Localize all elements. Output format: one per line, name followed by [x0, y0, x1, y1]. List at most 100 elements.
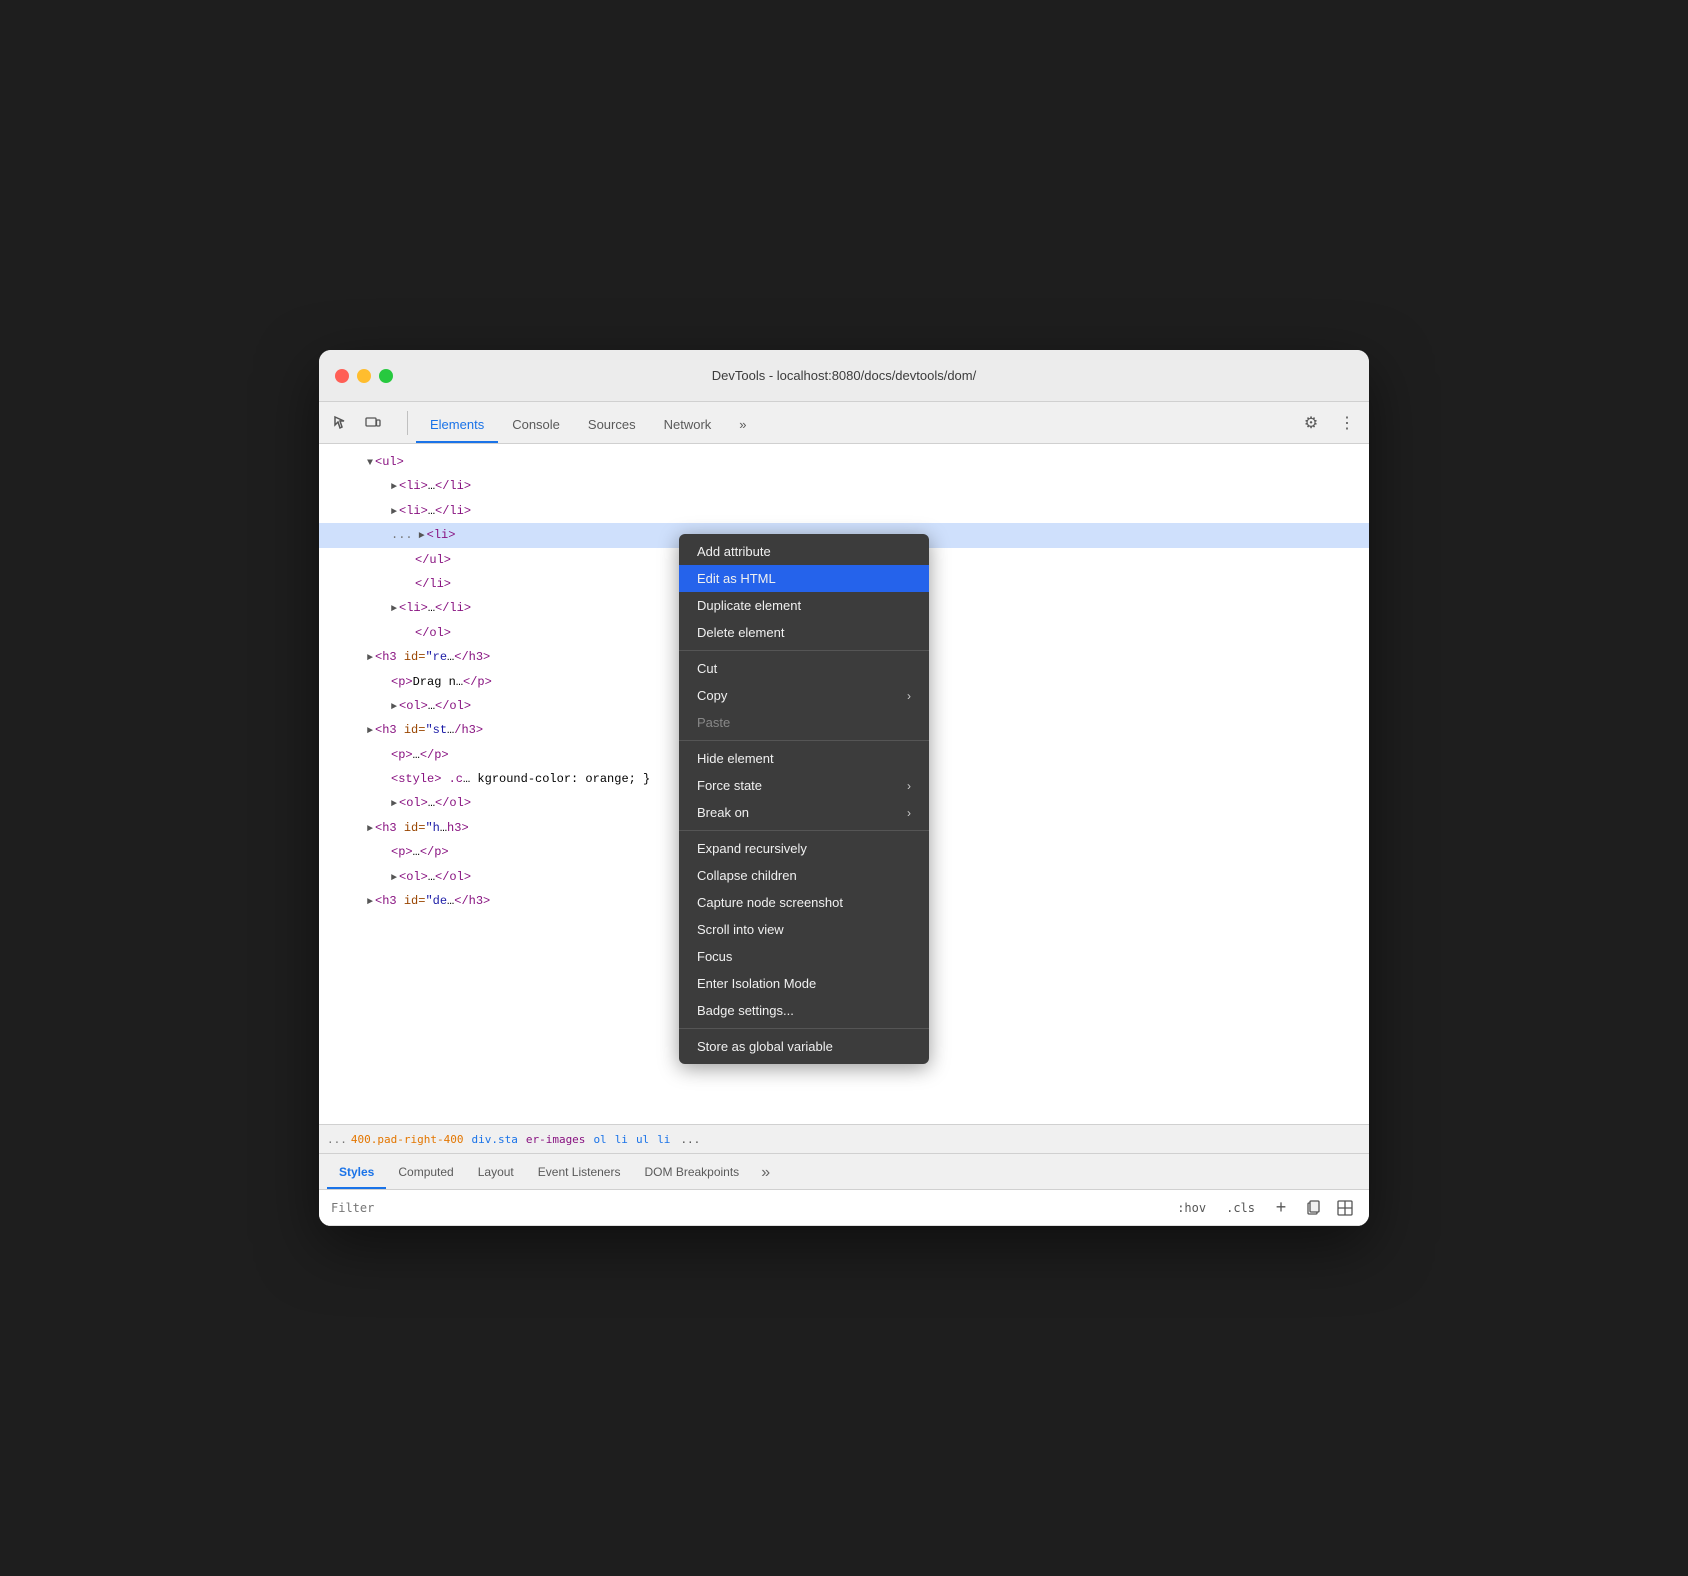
context-menu-item-capture-screenshot[interactable]: Capture node screenshot: [679, 889, 929, 916]
add-style-button[interactable]: +: [1269, 1196, 1293, 1220]
dom-line[interactable]: ►<li>…</li>: [319, 499, 1369, 523]
hov-button[interactable]: :hov: [1171, 1199, 1212, 1217]
titlebar: DevTools - localhost:8080/docs/devtools/…: [319, 350, 1369, 402]
toolbar-right: ⚙ ⋮: [1297, 409, 1361, 437]
filter-buttons: :hov .cls +: [1171, 1196, 1357, 1220]
tag-label: <h3: [375, 894, 404, 908]
attr-value: "re: [425, 650, 447, 664]
context-menu-item-cut[interactable]: Cut: [679, 655, 929, 682]
layout-view-button[interactable]: [1333, 1196, 1357, 1220]
filter-input[interactable]: [331, 1201, 1159, 1215]
panel-tabs-more[interactable]: »: [755, 1157, 776, 1189]
attr-name: id=: [404, 650, 426, 664]
menu-item-label: Break on: [697, 805, 749, 820]
close-button[interactable]: [335, 369, 349, 383]
panel-tabs-bar: Styles Computed Layout Event Listeners D…: [319, 1154, 1369, 1190]
context-menu: Add attribute Edit as HTML Duplicate ele…: [679, 534, 929, 1064]
tag-label: <p>: [391, 748, 413, 762]
context-menu-item-expand[interactable]: Expand recursively: [679, 835, 929, 862]
tag-label: <li>: [399, 479, 428, 493]
device-toggle-button[interactable]: [359, 409, 387, 437]
context-menu-item-isolation-mode[interactable]: Enter Isolation Mode: [679, 970, 929, 997]
dom-line[interactable]: ▼<ul>: [319, 450, 1369, 474]
devtools-toolbar: Elements Console Sources Network » ⚙ ⋮: [319, 402, 1369, 444]
inspect-element-button[interactable]: [327, 409, 355, 437]
ellipsis: …: [456, 675, 463, 689]
tag-label: <ol>: [399, 699, 428, 713]
settings-button[interactable]: ⚙: [1297, 409, 1325, 437]
collapse-arrow: ►: [391, 507, 397, 518]
window-title: DevTools - localhost:8080/docs/devtools/…: [712, 368, 976, 383]
context-menu-separator: [679, 740, 929, 741]
breadcrumb-item-er-images[interactable]: er-images: [526, 1133, 586, 1146]
context-menu-item-copy[interactable]: Copy ›: [679, 682, 929, 709]
context-menu-item-focus[interactable]: Focus: [679, 943, 929, 970]
context-menu-item-hide[interactable]: Hide element: [679, 745, 929, 772]
tab-dom-breakpoints[interactable]: DOM Breakpoints: [632, 1157, 751, 1189]
dom-line[interactable]: ►<li>…</li>: [319, 474, 1369, 498]
breadcrumb-item-ol[interactable]: ol: [593, 1133, 606, 1146]
context-menu-item-scroll-into-view[interactable]: Scroll into view: [679, 916, 929, 943]
tab-styles[interactable]: Styles: [327, 1157, 386, 1189]
menu-item-label: Focus: [697, 949, 732, 964]
context-menu-item-force-state[interactable]: Force state ›: [679, 772, 929, 799]
maximize-button[interactable]: [379, 369, 393, 383]
breadcrumb-item-li[interactable]: li: [615, 1133, 628, 1146]
menu-item-label: Delete element: [697, 625, 784, 640]
menu-item-label: Force state: [697, 778, 762, 793]
minimize-button[interactable]: [357, 369, 371, 383]
context-menu-item-delete[interactable]: Delete element: [679, 619, 929, 646]
more-options-button[interactable]: ⋮: [1333, 409, 1361, 437]
context-menu-item-duplicate[interactable]: Duplicate element: [679, 592, 929, 619]
tag-label: </p>: [420, 748, 449, 762]
ellipsis: …: [413, 845, 420, 859]
collapse-arrow: ►: [391, 873, 397, 884]
context-menu-item-break-on[interactable]: Break on ›: [679, 799, 929, 826]
menu-item-label: Store as global variable: [697, 1039, 833, 1054]
tab-sources[interactable]: Sources: [574, 407, 650, 443]
context-menu-wrapper: Add attribute Edit as HTML Duplicate ele…: [679, 534, 929, 1064]
context-menu-item-collapse[interactable]: Collapse children: [679, 862, 929, 889]
cls-button[interactable]: .cls: [1220, 1199, 1261, 1217]
tag-label: </ol>: [415, 626, 451, 640]
breadcrumb-more[interactable]: ...: [680, 1133, 700, 1146]
context-menu-item-store-global[interactable]: Store as global variable: [679, 1033, 929, 1060]
tag-label: </li>: [415, 577, 451, 591]
context-menu-item-add-attribute[interactable]: Add attribute: [679, 538, 929, 565]
menu-item-label: Expand recursively: [697, 841, 807, 856]
text-content: Drag n: [413, 675, 456, 689]
breadcrumb-dots[interactable]: ...: [327, 1133, 347, 1146]
breadcrumb-item-400[interactable]: 400.pad-right-400: [351, 1133, 464, 1146]
devtools-window: DevTools - localhost:8080/docs/devtools/…: [319, 350, 1369, 1226]
tab-event-listeners[interactable]: Event Listeners: [526, 1157, 633, 1189]
tab-elements[interactable]: Elements: [416, 407, 498, 443]
breadcrumb-item-ul[interactable]: ul: [636, 1133, 649, 1146]
breadcrumb-item-div[interactable]: div.sta: [471, 1133, 517, 1146]
tag-label: <p>: [391, 845, 413, 859]
menu-item-label: Collapse children: [697, 868, 797, 883]
tab-network[interactable]: Network: [650, 407, 726, 443]
tag-label: h3>: [447, 821, 469, 835]
tab-layout[interactable]: Layout: [466, 1157, 526, 1189]
context-menu-separator: [679, 830, 929, 831]
tab-computed[interactable]: Computed: [386, 1157, 465, 1189]
style-content: … kground-color: orange; }: [463, 772, 650, 786]
tag-label: </li>: [435, 504, 471, 518]
menu-item-label: Badge settings...: [697, 1003, 794, 1018]
tag-label: </ol>: [435, 699, 471, 713]
copy-styles-button[interactable]: [1301, 1196, 1325, 1220]
context-menu-item-edit-html[interactable]: Edit as HTML: [679, 565, 929, 592]
breadcrumb-item-li2[interactable]: li: [657, 1133, 670, 1146]
tag-label: <style> .c: [391, 772, 463, 786]
context-menu-separator: [679, 1028, 929, 1029]
tag-label: </li>: [435, 479, 471, 493]
submenu-arrow-icon: ›: [907, 806, 911, 820]
tab-more[interactable]: »: [725, 407, 760, 443]
toolbar-tabs: Elements Console Sources Network »: [416, 402, 761, 443]
context-menu-item-badge-settings[interactable]: Badge settings...: [679, 997, 929, 1024]
tab-console[interactable]: Console: [498, 407, 574, 443]
collapse-arrow: ►: [367, 653, 373, 664]
tag-label: </h3>: [454, 894, 490, 908]
attr-name: id=: [404, 821, 426, 835]
collapse-arrow: ►: [367, 897, 373, 908]
